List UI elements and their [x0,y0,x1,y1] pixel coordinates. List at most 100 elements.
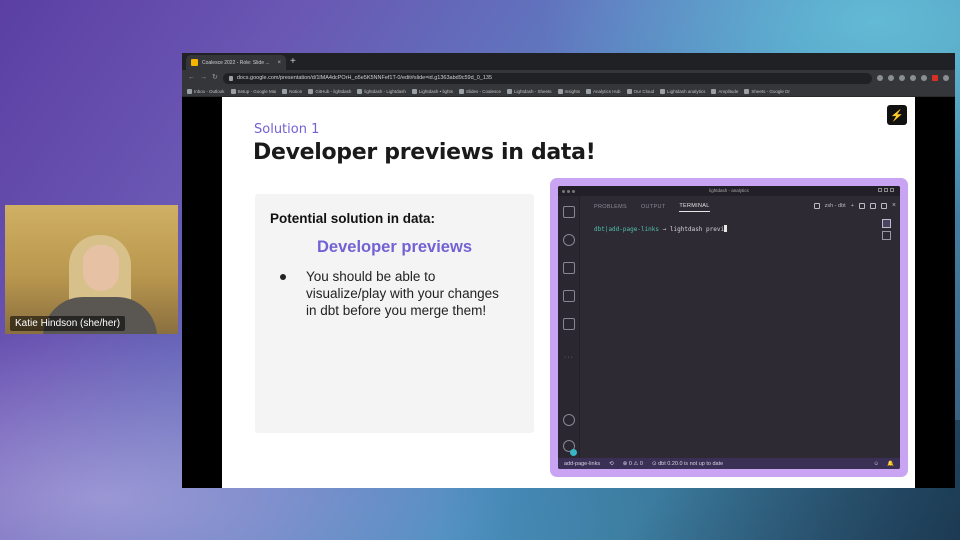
terminal-list-item [882,231,891,240]
bookmark-item[interactable]: Notion [282,88,302,94]
layout-icon [884,188,888,192]
bookmark-label: Amplitude [718,88,739,94]
card-heading: Potential solution in data: [270,211,435,226]
address-bar[interactable]: docs.google.com/presentation/d/1lMA4dcPO… [222,72,872,84]
close-panel-icon: × [891,202,896,209]
bookmark-label: Analytics Hub [593,88,621,94]
back-icon[interactable]: ← [188,73,195,83]
vscode-window: lightdash - analytics ··· PROBLEMS OUTPU… [558,186,900,469]
browser-tab[interactable]: Coalesce 2022 - Role: Slide ... × [186,55,286,70]
status-problems: ⊗ 0 ⚠ 0 [622,460,643,467]
slide-title: Developer previews in data! [253,140,596,165]
url-text: docs.google.com/presentation/d/1lMA4dcPO… [236,75,493,81]
slide-subtitle: Solution 1 [254,122,320,137]
vscode-screenshot-frame: lightdash - analytics ··· PROBLEMS OUTPU… [550,178,908,477]
bookmark-label: Sheets - Google Dr [751,88,790,94]
bookmark-label: Lightdash - Sheets [514,88,552,94]
bookmark-favicon-icon [586,88,592,94]
tab-title: Coalesce 2022 - Role: Slide ... [202,59,270,66]
maximize-icon [880,203,887,209]
lightdash-logo-icon: ⚡ [887,105,907,125]
bookmark-favicon-icon [507,88,512,94]
slide-viewport: ⚡ Solution 1 Developer previews in data!… [182,97,955,488]
bookmark-favicon-icon [357,88,363,94]
bookmark-favicon-icon [458,88,464,94]
star-icon[interactable] [899,75,905,81]
browser-toolbar: ← → ↻ docs.google.com/presentation/d/1lM… [182,70,955,86]
status-branch: add-page-links [564,460,601,467]
tab-terminal: TERMINAL [679,203,710,212]
share-icon[interactable] [888,75,894,81]
more-dots-icon: ··· [564,354,574,361]
bookmark-item[interactable]: GitHub - lightdash [308,88,351,94]
explorer-icon [563,206,575,218]
bookmark-label: Insights [564,88,581,94]
search-icon [563,234,575,246]
reload-icon[interactable]: ↻ [212,73,218,83]
bookmark-favicon-icon [282,88,288,94]
terminal-actions: zsh - dbt + × [813,202,896,209]
bookmark-favicon-icon [660,88,666,94]
bookmark-label: Our Cloud [633,88,655,94]
forward-icon[interactable]: → [200,73,207,83]
split-terminal-icon [858,203,865,209]
layout-icon [890,188,894,192]
card-highlight: Developer previews [317,238,472,256]
terminal-icon [813,203,820,209]
vscode-statusbar: add-page-links ⟲ ⊗ 0 ⚠ 0 ⊙ dbt 0.20.0 is… [558,458,900,469]
bookmark-item[interactable]: Our Cloud [626,88,655,94]
bookmark-favicon-icon [626,88,632,94]
extension-icon[interactable] [932,75,938,81]
feedback-icon: ☺ [873,460,880,467]
new-terminal-icon: + [850,203,854,209]
vscode-window-title: lightdash - analytics [709,188,749,193]
bookmark-favicon-icon [744,88,750,94]
zoom-icon[interactable] [877,75,883,81]
bookmark-label: Lightdash analytics [667,88,706,94]
extension-icon[interactable] [910,75,916,81]
status-dbt: ⊙ dbt 0.20.0 is not up to date [651,460,724,467]
prompt-branch: dbt|add-page-links [594,226,660,233]
bookmark-label: Slides - Coalesce [465,88,501,94]
bookmark-item[interactable]: Setup - Google Mai [230,88,276,94]
account-icon [563,414,575,426]
menu-icon[interactable] [943,75,949,81]
extensions-icon [563,318,575,330]
bookmark-item[interactable]: Inbox - Outlook [187,88,225,94]
presentation-slide: ⚡ Solution 1 Developer previews in data!… [222,97,915,488]
tab-problems: PROBLEMS [594,204,627,210]
prompt-arrow: → [662,226,667,233]
speaker-name-label: Katie Hindson (she/her) [10,316,126,331]
bookmark-favicon-icon [411,88,417,94]
run-debug-icon [563,290,575,302]
speaker-face [83,245,119,291]
extension-icon[interactable] [921,75,927,81]
bullet-text: You should be able to visualize/play wit… [306,269,499,318]
bookmark-label: Lightdash • lights [418,88,453,94]
bookmark-favicon-icon [308,88,314,94]
terminal-name: zsh - dbt [824,203,846,209]
bookmark-item[interactable]: Sheets - Google Dr [744,88,790,94]
browser-window: Coalesce 2022 - Role: Slide ... × + ← → … [182,53,955,488]
layout-icon [878,188,882,192]
terminal-prompt-line: dbt|add-page-links → lightdash previ [594,225,728,233]
bookmark-item[interactable]: Slides - Coalesce [458,88,501,94]
bookmark-item[interactable]: Lightdash • lights [411,88,453,94]
new-tab-button[interactable]: + [290,55,296,68]
bookmark-item[interactable]: Amplitude [711,88,739,94]
source-control-icon [563,262,575,274]
bookmarks-bar: Inbox - Outlook Setup - Google Mai Notion G… [182,86,955,97]
terminal-list [882,219,894,243]
bell-icon: 🔔 [887,460,894,467]
bookmark-item[interactable]: lightdash - Lightdash [357,88,406,94]
bullet-dot [280,274,286,280]
bookmark-item[interactable]: Lightdash analytics [660,88,706,94]
bookmark-item[interactable]: Lightdash - Sheets [507,88,552,94]
activity-bar: ··· [558,196,580,459]
tab-close-icon[interactable]: × [277,60,281,66]
update-badge-icon [570,449,577,456]
bookmark-item[interactable]: Analytics Hub [586,88,621,94]
bookmark-favicon-icon [230,88,236,94]
bookmark-item[interactable]: Insights [557,88,581,94]
bookmark-label: lightdash - Lightdash [364,88,406,94]
